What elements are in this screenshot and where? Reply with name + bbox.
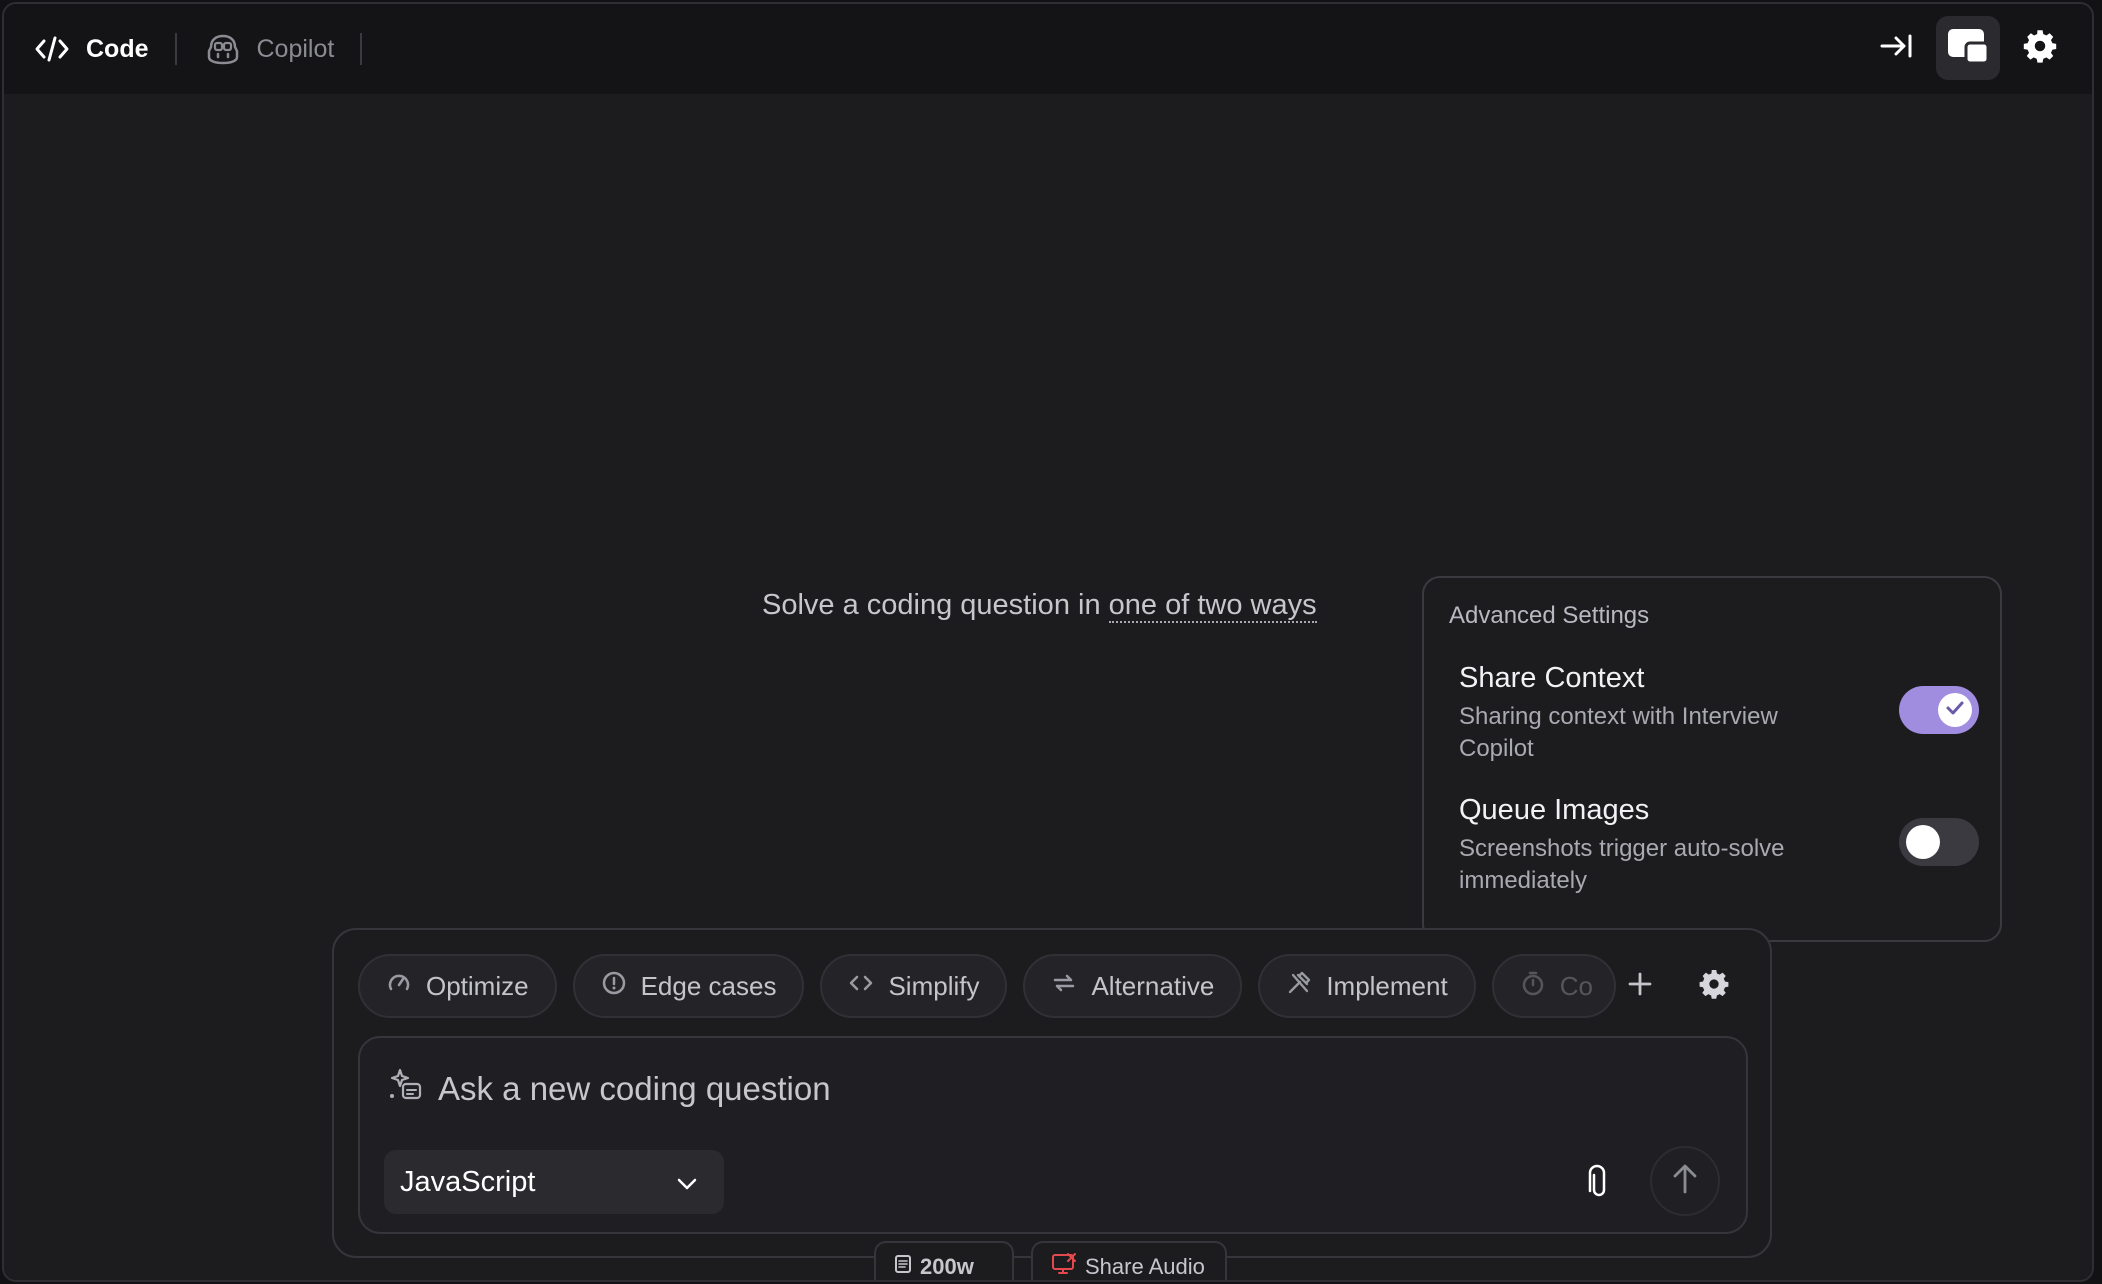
tools-icon: [1286, 970, 1312, 1003]
overlay-mode-button[interactable]: [1936, 16, 2000, 80]
setting-share-context: Share Context Sharing context with Inter…: [1459, 662, 1979, 765]
collapse-button[interactable]: [1864, 16, 1928, 80]
app-window: Code Copilot Solve a coding question in …: [2, 2, 2094, 1282]
chip-alternative[interactable]: Alternative: [1023, 954, 1243, 1018]
chip-implement[interactable]: Implement: [1258, 954, 1476, 1018]
chip-label: Optimize: [426, 970, 529, 1001]
code-icon: [34, 35, 70, 63]
sparkle-chat-icon: [386, 1066, 424, 1112]
question-input[interactable]: Ask a new coding question: [386, 1066, 831, 1112]
alert-circle-icon: [601, 970, 627, 1003]
top-bar: Code Copilot: [4, 4, 2092, 94]
composer-panel: Optimize Edge cases Simplify Alternative: [332, 928, 1772, 1258]
setting-title: Share Context: [1459, 662, 1645, 694]
gear-icon: [1698, 969, 1730, 1004]
word-limit-label: 200w: [920, 1254, 974, 1279]
advanced-settings-popover: Advanced Settings Share Context Sharing …: [1422, 576, 2002, 942]
chip-settings-button[interactable]: [1698, 968, 1730, 1005]
tab-copilot[interactable]: Copilot: [177, 4, 361, 94]
send-button[interactable]: [1650, 1146, 1720, 1216]
popover-title: Advanced Settings: [1449, 602, 1650, 629]
chip-simplify[interactable]: Simplify: [820, 954, 1008, 1018]
queue-images-toggle[interactable]: [1899, 818, 1979, 866]
setting-title: Queue Images: [1459, 794, 1650, 826]
screen-share-off-icon: [1051, 1252, 1077, 1280]
document-icon: [894, 1254, 912, 1280]
quick-action-chips: Optimize Edge cases Simplify Alternative: [358, 954, 1616, 1018]
word-limit-tab[interactable]: 200w: [874, 1241, 1014, 1280]
chip-complexity[interactable]: Co: [1491, 954, 1616, 1018]
collapse-right-icon: [1879, 32, 1913, 65]
tab-code-label: Code: [86, 34, 149, 63]
gear-icon: [2022, 28, 2058, 69]
setting-description: Sharing context with Interview Copilot: [1459, 703, 1778, 762]
paperclip-icon: [1584, 1164, 1610, 1204]
code-brackets-icon: [848, 970, 874, 1003]
hint-text: Solve a coding question in: [762, 589, 1101, 621]
chip-optimize[interactable]: Optimize: [358, 954, 557, 1018]
chip-label: Simplify: [888, 970, 980, 1001]
tab-code[interactable]: Code: [4, 4, 175, 94]
tab-divider: [360, 33, 363, 65]
add-chip-button[interactable]: [1626, 970, 1654, 1003]
language-select[interactable]: JavaScript: [384, 1150, 724, 1214]
copilot-icon: [205, 33, 241, 65]
chip-edge-cases[interactable]: Edge cases: [572, 954, 805, 1018]
toggle-knob: [1938, 693, 1972, 727]
timer-icon: [1520, 970, 1546, 1003]
chip-actions: [1626, 954, 1730, 1018]
language-value: JavaScript: [400, 1165, 536, 1198]
question-input-box[interactable]: Ask a new coding question JavaScript: [358, 1036, 1748, 1234]
gauge-icon: [386, 970, 412, 1003]
tab-copilot-label: Copilot: [256, 34, 335, 63]
setting-description: Screenshots trigger auto-solve immediate…: [1459, 835, 1785, 894]
settings-button[interactable]: [2008, 16, 2072, 80]
swap-arrows-icon: [1051, 970, 1077, 1003]
chip-label: Alternative: [1091, 970, 1215, 1001]
check-icon: [1944, 697, 1966, 724]
toggle-knob: [1906, 825, 1940, 859]
arrow-up-icon: [1670, 1163, 1700, 1200]
share-context-toggle[interactable]: [1899, 686, 1979, 734]
overlay-window-icon: [1946, 27, 1990, 70]
question-placeholder: Ask a new coding question: [438, 1070, 831, 1107]
chip-label: Edge cases: [640, 970, 777, 1001]
setting-queue-images: Queue Images Screenshots trigger auto-so…: [1459, 794, 1979, 897]
chevron-down-icon: [676, 1166, 698, 1199]
plus-icon: [1626, 972, 1654, 1002]
chip-label: Implement: [1326, 970, 1448, 1001]
chip-label: Co: [1559, 970, 1593, 1001]
top-actions: [1864, 16, 2072, 80]
hint-link[interactable]: one of two ways: [1108, 589, 1317, 623]
attach-button[interactable]: [1584, 1164, 1610, 1205]
share-audio-tab[interactable]: Share Audio: [1031, 1241, 1227, 1280]
share-audio-label: Share Audio: [1085, 1254, 1205, 1279]
